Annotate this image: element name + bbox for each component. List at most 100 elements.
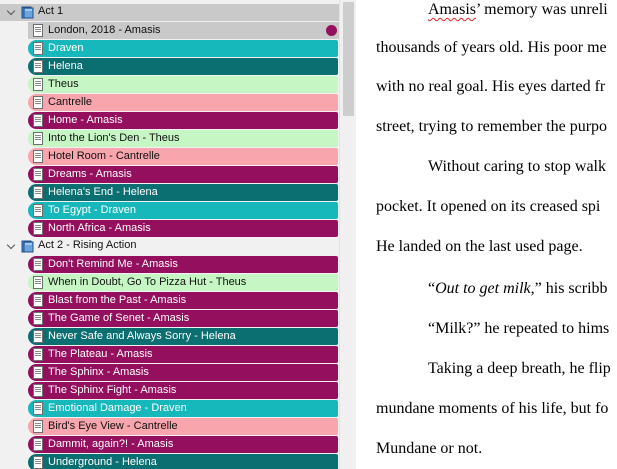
- binder-item[interactable]: Never Safe and Always Sorry - Helena: [28, 328, 338, 345]
- document-icon: [33, 348, 43, 361]
- document-icon: [33, 42, 43, 55]
- book-icon: [21, 240, 34, 253]
- document-icon: [33, 168, 43, 181]
- document-icon: [33, 366, 43, 379]
- binder-scrollbar-thumb[interactable]: [343, 2, 354, 116]
- editor-line[interactable]: with no real goal. His eyes darted fr: [376, 78, 605, 96]
- binder-item-label: Dreams - Amasis: [48, 168, 132, 180]
- binder-item[interactable]: Emotional Damage - Draven: [28, 400, 338, 417]
- binder-item-label: The Game of Senet - Amasis: [48, 312, 190, 324]
- binder-item[interactable]: The Sphinx Fight - Amasis: [28, 382, 338, 399]
- binder-item-label: The Sphinx Fight - Amasis: [48, 384, 177, 396]
- binder-item-label: Hotel Room - Cantrelle: [48, 150, 160, 162]
- document-icon: [33, 330, 43, 343]
- binder-item-label: Bird's Eye View - Cantrelle: [48, 420, 178, 432]
- binder-item-label: Emotional Damage - Draven: [48, 402, 187, 414]
- binder-item[interactable]: Helena: [28, 58, 338, 75]
- document-icon: [33, 438, 43, 451]
- text-run: thousands of years old. His poor me: [376, 39, 607, 56]
- document-icon: [33, 60, 43, 73]
- binder-item-label: Theus: [48, 78, 79, 90]
- binder-item-label: Draven: [48, 42, 84, 54]
- text-run: with no real goal. His eyes darted fr: [376, 78, 606, 95]
- text-run: street, trying to remember the purpo: [376, 118, 608, 135]
- editor-line[interactable]: thousands of years old. His poor me: [376, 39, 607, 57]
- chevron-down-icon[interactable]: [6, 7, 16, 17]
- text-run: “Milk?” he repeated to hims: [428, 320, 610, 337]
- document-icon: [33, 276, 43, 289]
- document-icon: [33, 150, 43, 163]
- document-icon: [33, 222, 43, 235]
- binder-item-label: Helena: [48, 60, 83, 72]
- binder-item[interactable]: When in Doubt, Go To Pizza Hut - Theus: [28, 274, 338, 291]
- text-run: Taking a deep breath, he flip: [428, 360, 611, 377]
- binder-item[interactable]: The Plateau - Amasis: [28, 346, 338, 363]
- editor-line[interactable]: He landed on the last used page.: [376, 238, 583, 256]
- document-icon: [33, 114, 43, 127]
- binder-group-label: Act 1: [38, 5, 64, 17]
- binder-item[interactable]: The Game of Senet - Amasis: [28, 310, 338, 327]
- binder-item-label: Home - Amasis: [48, 114, 123, 126]
- binder-item[interactable]: Draven: [28, 40, 338, 57]
- document-icon: [33, 384, 43, 397]
- document-icon: [33, 456, 43, 469]
- editor-line[interactable]: “Milk?” he repeated to hims: [428, 320, 609, 338]
- binder-item-label: Dammit, again?! - Amasis: [48, 438, 174, 450]
- binder-item-label: The Sphinx - Amasis: [48, 366, 149, 378]
- text-run: ’ memory was unreli: [476, 1, 608, 18]
- misspelled-word[interactable]: Amasis: [428, 1, 476, 18]
- binder-item-label: When in Doubt, Go To Pizza Hut - Theus: [48, 276, 247, 288]
- binder-item[interactable]: Theus: [28, 76, 338, 93]
- text-run: Mundane or not.: [376, 440, 483, 457]
- document-icon: [33, 312, 43, 325]
- binder-item[interactable]: To Egypt - Draven: [28, 202, 338, 219]
- editor-line[interactable]: Taking a deep breath, he flip: [428, 360, 611, 378]
- binder-item[interactable]: North Africa - Amasis: [28, 220, 338, 237]
- binder-item[interactable]: Home - Amasis: [28, 112, 338, 129]
- italic-text: Out to get milk,: [435, 280, 535, 297]
- binder-item[interactable]: Cantrelle: [28, 94, 338, 111]
- document-icon: [33, 132, 43, 145]
- text-run: ” his scribb: [534, 280, 608, 297]
- binder-item-label: Cantrelle: [48, 96, 93, 108]
- binder-item-label: The Plateau - Amasis: [48, 348, 153, 360]
- text-run: pocket. It opened on its creased spi: [376, 198, 601, 215]
- document-icon: [33, 420, 43, 433]
- editor-line[interactable]: Mundane or not.: [376, 440, 482, 458]
- binder-item[interactable]: Bird's Eye View - Cantrelle: [28, 418, 338, 435]
- document-icon: [33, 24, 43, 37]
- binder-item[interactable]: Dammit, again?! - Amasis: [28, 436, 338, 453]
- binder-group-1[interactable]: Act 1: [0, 4, 339, 21]
- binder-item[interactable]: Hotel Room - Cantrelle: [28, 148, 338, 165]
- binder-item[interactable]: Blast from the Past - Amasis: [28, 292, 338, 309]
- editor-line[interactable]: Without caring to stop walk: [428, 158, 606, 176]
- editor-pane[interactable]: Amasis’ memory was unreli thousands of ye…: [356, 0, 617, 469]
- binder-item[interactable]: Don't Remind Me - Amasis: [28, 256, 338, 273]
- document-icon: [33, 96, 43, 109]
- binder-item-label: Helena's End - Helena: [48, 186, 158, 198]
- binder-item-label: London, 2018 - Amasis: [48, 24, 161, 36]
- editor-line[interactable]: Amasis’ memory was unreli: [428, 1, 608, 19]
- binder-item-label: Blast from the Past - Amasis: [48, 294, 187, 306]
- editor-line[interactable]: pocket. It opened on its creased spi: [376, 198, 600, 216]
- binder-item-label: To Egypt - Draven: [48, 204, 137, 216]
- binder-item[interactable]: Dreams - Amasis: [28, 166, 338, 183]
- text-run: mundane moments of his life, but fo: [376, 400, 609, 417]
- binder-item[interactable]: Underground - Helena: [28, 454, 338, 469]
- document-icon: [33, 402, 43, 415]
- document-icon: [33, 204, 43, 217]
- document-icon: [33, 258, 43, 271]
- editor-line[interactable]: street, trying to remember the purpo: [376, 118, 607, 136]
- binder-item[interactable]: London, 2018 - Amasis: [28, 22, 339, 39]
- binder-item[interactable]: The Sphinx - Amasis: [28, 364, 338, 381]
- binder-scrollbar[interactable]: [339, 0, 356, 469]
- binder-group-label: Act 2 - Rising Action: [38, 239, 137, 251]
- chevron-down-icon[interactable]: [6, 241, 16, 251]
- binder-item-label: Never Safe and Always Sorry - Helena: [48, 330, 236, 342]
- binder-item[interactable]: Into the Lion's Den - Theus: [28, 130, 338, 147]
- editor-line[interactable]: mundane moments of his life, but fo: [376, 400, 608, 418]
- binder-item[interactable]: Helena's End - Helena: [28, 184, 338, 201]
- editor-line[interactable]: “Out to get milk,” his scribb: [428, 280, 608, 298]
- binder-group-2[interactable]: Act 2 - Rising Action: [0, 238, 339, 255]
- document-icon: [33, 294, 43, 307]
